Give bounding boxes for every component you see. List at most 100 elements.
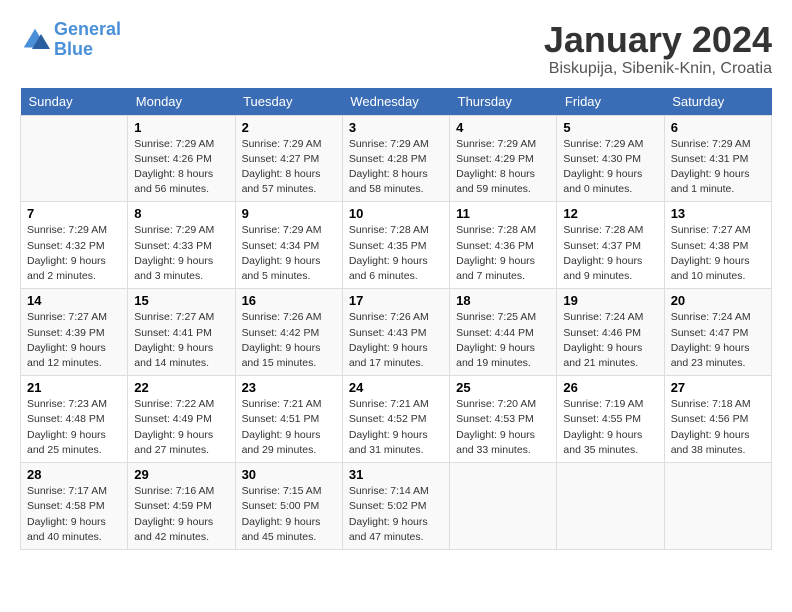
calendar-cell: 23Sunrise: 7:21 AMSunset: 4:51 PMDayligh… xyxy=(235,376,342,463)
calendar-cell: 26 Sunrise: 7:19 AMSunset: 4:55 PMDayligh… xyxy=(557,376,664,463)
day-number: 6 xyxy=(671,120,765,135)
calendar-cell: 3 Sunrise: 7:29 AMSunset: 4:28 PMDaylight… xyxy=(342,115,449,202)
calendar-cell: 5 Sunrise: 7:29 AMSunset: 4:30 PMDaylight… xyxy=(557,115,664,202)
calendar-cell: 21 Sunrise: 7:23 AMSunset: 4:48 PMDayligh… xyxy=(21,376,128,463)
day-info: Sunrise: 7:29 AMSunset: 4:29 PMDaylight:… xyxy=(456,137,550,198)
day-number: 16 xyxy=(242,293,336,308)
day-number: 2 xyxy=(242,120,336,135)
calendar-cell: 31 Sunrise: 7:14 AMSunset: 5:02 PMDayligh… xyxy=(342,463,449,550)
calendar-cell xyxy=(664,463,771,550)
day-number: 1 xyxy=(134,120,228,135)
day-number: 3 xyxy=(349,120,443,135)
calendar-week-4: 21 Sunrise: 7:23 AMSunset: 4:48 PMDayligh… xyxy=(21,376,772,463)
title-area: January 2024 Biskupija, Sibenik-Knin, Cr… xyxy=(544,20,772,78)
calendar-cell xyxy=(557,463,664,550)
day-info: Sunrise: 7:29 AMSunset: 4:34 PMDaylight:… xyxy=(242,223,336,284)
day-number: 28 xyxy=(27,467,121,482)
calendar-cell: 7Sunrise: 7:29 AMSunset: 4:32 PMDaylight… xyxy=(21,202,128,289)
day-info: Sunrise: 7:29 AMSunset: 4:28 PMDaylight:… xyxy=(349,137,443,198)
column-header-sunday: Sunday xyxy=(21,88,128,116)
day-number: 26 xyxy=(563,380,657,395)
calendar-cell: 27Sunrise: 7:18 AMSunset: 4:56 PMDayligh… xyxy=(664,376,771,463)
day-info: Sunrise: 7:16 AMSunset: 4:59 PMDaylight:… xyxy=(134,484,228,545)
day-info: Sunrise: 7:24 AMSunset: 4:46 PMDaylight:… xyxy=(563,310,657,371)
day-info: Sunrise: 7:23 AMSunset: 4:48 PMDaylight:… xyxy=(27,397,121,458)
calendar-cell: 6 Sunrise: 7:29 AMSunset: 4:31 PMDaylight… xyxy=(664,115,771,202)
day-number: 30 xyxy=(242,467,336,482)
day-info: Sunrise: 7:21 AMSunset: 4:52 PMDaylight:… xyxy=(349,397,443,458)
calendar-header-row: SundayMondayTuesdayWednesdayThursdayFrid… xyxy=(21,88,772,116)
calendar-cell: 17 Sunrise: 7:26 AMSunset: 4:43 PMDayligh… xyxy=(342,289,449,376)
calendar-cell: 12Sunrise: 7:28 AMSunset: 4:37 PMDayligh… xyxy=(557,202,664,289)
day-info: Sunrise: 7:29 AMSunset: 4:26 PMDaylight:… xyxy=(134,137,228,198)
calendar-cell: 8Sunrise: 7:29 AMSunset: 4:33 PMDaylight… xyxy=(128,202,235,289)
calendar-cell: 19 Sunrise: 7:24 AMSunset: 4:46 PMDayligh… xyxy=(557,289,664,376)
logo-text: General Blue xyxy=(54,20,121,60)
day-number: 12 xyxy=(563,206,657,221)
day-info: Sunrise: 7:21 AMSunset: 4:51 PMDaylight:… xyxy=(242,397,336,458)
day-info: Sunrise: 7:25 AMSunset: 4:44 PMDaylight:… xyxy=(456,310,550,371)
day-number: 31 xyxy=(349,467,443,482)
column-header-friday: Friday xyxy=(557,88,664,116)
day-info: Sunrise: 7:20 AMSunset: 4:53 PMDaylight:… xyxy=(456,397,550,458)
day-number: 13 xyxy=(671,206,765,221)
column-header-monday: Monday xyxy=(128,88,235,116)
day-info: Sunrise: 7:29 AMSunset: 4:32 PMDaylight:… xyxy=(27,223,121,284)
day-info: Sunrise: 7:17 AMSunset: 4:58 PMDaylight:… xyxy=(27,484,121,545)
column-header-saturday: Saturday xyxy=(664,88,771,116)
column-header-wednesday: Wednesday xyxy=(342,88,449,116)
day-info: Sunrise: 7:27 AMSunset: 4:38 PMDaylight:… xyxy=(671,223,765,284)
day-number: 21 xyxy=(27,380,121,395)
page-header: General Blue January 2024 Biskupija, Sib… xyxy=(20,20,772,78)
column-header-thursday: Thursday xyxy=(450,88,557,116)
calendar-cell: 15 Sunrise: 7:27 AMSunset: 4:41 PMDayligh… xyxy=(128,289,235,376)
day-info: Sunrise: 7:19 AMSunset: 4:55 PMDaylight:… xyxy=(563,397,657,458)
calendar-cell: 18 Sunrise: 7:25 AMSunset: 4:44 PMDayligh… xyxy=(450,289,557,376)
day-info: Sunrise: 7:14 AMSunset: 5:02 PMDaylight:… xyxy=(349,484,443,545)
calendar-cell xyxy=(450,463,557,550)
calendar-cell xyxy=(21,115,128,202)
day-info: Sunrise: 7:28 AMSunset: 4:35 PMDaylight:… xyxy=(349,223,443,284)
logo-line2: Blue xyxy=(54,39,93,59)
day-info: Sunrise: 7:28 AMSunset: 4:36 PMDaylight:… xyxy=(456,223,550,284)
calendar-cell: 10 Sunrise: 7:28 AMSunset: 4:35 PMDayligh… xyxy=(342,202,449,289)
day-info: Sunrise: 7:29 AMSunset: 4:31 PMDaylight:… xyxy=(671,137,765,198)
day-number: 9 xyxy=(242,206,336,221)
calendar-cell: 30 Sunrise: 7:15 AMSunset: 5:00 PMDayligh… xyxy=(235,463,342,550)
day-number: 22 xyxy=(134,380,228,395)
calendar-cell: 4 Sunrise: 7:29 AMSunset: 4:29 PMDaylight… xyxy=(450,115,557,202)
day-number: 25 xyxy=(456,380,550,395)
calendar-week-3: 14Sunrise: 7:27 AMSunset: 4:39 PMDayligh… xyxy=(21,289,772,376)
calendar-week-2: 7Sunrise: 7:29 AMSunset: 4:32 PMDaylight… xyxy=(21,202,772,289)
subtitle: Biskupija, Sibenik-Knin, Croatia xyxy=(544,60,772,78)
calendar-cell: 20Sunrise: 7:24 AMSunset: 4:47 PMDayligh… xyxy=(664,289,771,376)
column-header-tuesday: Tuesday xyxy=(235,88,342,116)
day-number: 5 xyxy=(563,120,657,135)
day-number: 10 xyxy=(349,206,443,221)
day-info: Sunrise: 7:27 AMSunset: 4:39 PMDaylight:… xyxy=(27,310,121,371)
day-info: Sunrise: 7:29 AMSunset: 4:30 PMDaylight:… xyxy=(563,137,657,198)
day-number: 29 xyxy=(134,467,228,482)
calendar-cell: 29 Sunrise: 7:16 AMSunset: 4:59 PMDayligh… xyxy=(128,463,235,550)
calendar-cell: 24 Sunrise: 7:21 AMSunset: 4:52 PMDayligh… xyxy=(342,376,449,463)
day-number: 19 xyxy=(563,293,657,308)
day-info: Sunrise: 7:15 AMSunset: 5:00 PMDaylight:… xyxy=(242,484,336,545)
day-number: 24 xyxy=(349,380,443,395)
day-number: 4 xyxy=(456,120,550,135)
main-title: January 2024 xyxy=(544,20,772,60)
day-number: 17 xyxy=(349,293,443,308)
day-info: Sunrise: 7:27 AMSunset: 4:41 PMDaylight:… xyxy=(134,310,228,371)
day-info: Sunrise: 7:18 AMSunset: 4:56 PMDaylight:… xyxy=(671,397,765,458)
day-number: 11 xyxy=(456,206,550,221)
calendar-cell: 13 Sunrise: 7:27 AMSunset: 4:38 PMDayligh… xyxy=(664,202,771,289)
day-number: 18 xyxy=(456,293,550,308)
day-info: Sunrise: 7:26 AMSunset: 4:43 PMDaylight:… xyxy=(349,310,443,371)
calendar-cell: 1 Sunrise: 7:29 AMSunset: 4:26 PMDaylight… xyxy=(128,115,235,202)
day-info: Sunrise: 7:29 AMSunset: 4:27 PMDaylight:… xyxy=(242,137,336,198)
calendar-cell: 11 Sunrise: 7:28 AMSunset: 4:36 PMDayligh… xyxy=(450,202,557,289)
day-info: Sunrise: 7:26 AMSunset: 4:42 PMDaylight:… xyxy=(242,310,336,371)
calendar-cell: 9 Sunrise: 7:29 AMSunset: 4:34 PMDaylight… xyxy=(235,202,342,289)
calendar-cell: 16 Sunrise: 7:26 AMSunset: 4:42 PMDayligh… xyxy=(235,289,342,376)
day-number: 15 xyxy=(134,293,228,308)
day-number: 8 xyxy=(134,206,228,221)
